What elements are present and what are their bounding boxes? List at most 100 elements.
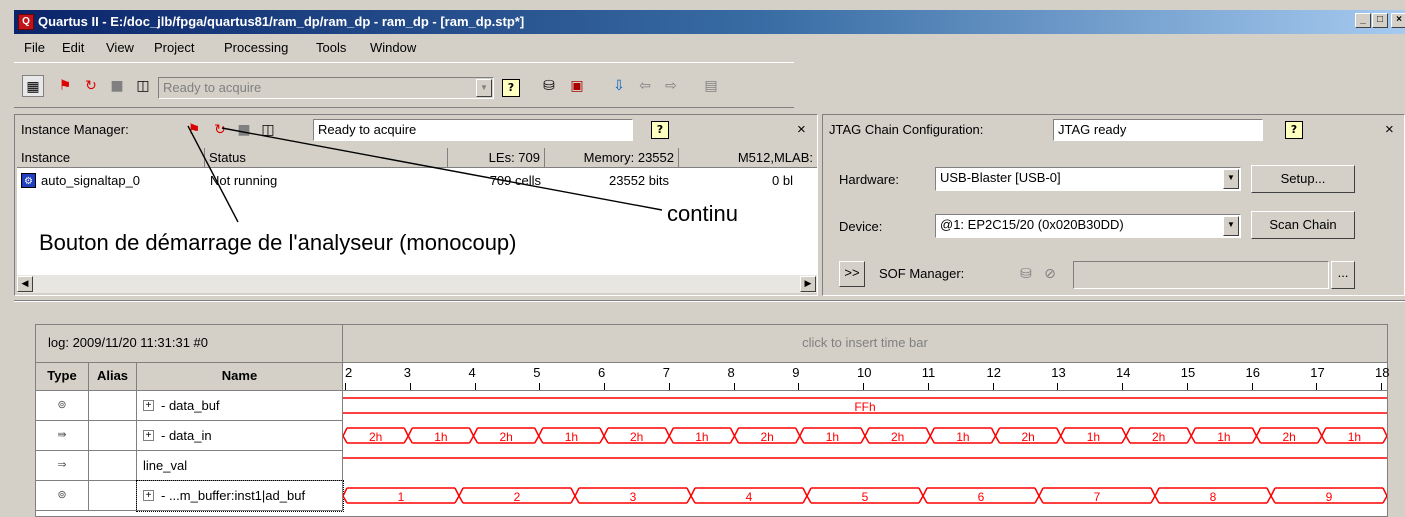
dropdown-arrow-icon[interactable]: ▼ (1223, 216, 1239, 236)
wave-transition (1321, 435, 1327, 444)
signal-name: - data_in (161, 428, 212, 443)
wave-transition (925, 427, 931, 437)
expand-icon[interactable]: + (143, 490, 154, 501)
expand-sof-button[interactable]: >> (839, 261, 865, 287)
dropdown-arrow-icon[interactable]: ▼ (1223, 169, 1239, 189)
browse-button[interactable]: ... (1331, 261, 1355, 289)
wave-transition (1125, 435, 1131, 444)
time-bar-area[interactable]: click to insert time bar (343, 325, 1387, 363)
wave-transition (925, 435, 931, 444)
tick-label: 7 (662, 365, 670, 380)
wave-value-label: 1h (826, 430, 839, 444)
wave-transition (686, 487, 692, 497)
program-device-icon[interactable]: ⛁ (1015, 263, 1037, 285)
wave-value-label: 1h (956, 430, 969, 444)
signal-name-cell[interactable]: line_val (137, 451, 343, 481)
setup-button[interactable]: Setup... (1251, 165, 1355, 193)
close-icon[interactable]: × (1385, 121, 1394, 138)
signal-name: line_val (143, 458, 188, 473)
wave-value-label: 1h (1217, 430, 1230, 444)
wave-transition (806, 495, 812, 504)
wave-transition (599, 427, 605, 437)
wave-transition (795, 427, 801, 437)
wave-transition (864, 427, 870, 437)
wave-value-label: 1h (434, 430, 447, 444)
wave-transition (472, 427, 479, 437)
signal-alias-cell[interactable] (89, 421, 137, 451)
col-alias[interactable]: Alias (89, 363, 137, 391)
wave-value-label: 1 (398, 490, 405, 504)
wave-transition (1038, 495, 1044, 504)
scan-chain-button[interactable]: Scan Chain (1251, 211, 1355, 239)
signal-name-cell[interactable]: + - ...m_buffer:inst1|ad_buf (136, 480, 344, 512)
wave-transition (1317, 435, 1323, 444)
wave-transition (799, 427, 805, 437)
wave-transition (574, 487, 580, 497)
wave-transition (802, 487, 808, 497)
wave-value-label: 2h (1021, 430, 1034, 444)
wave-transition (458, 495, 464, 504)
wave-transition (918, 495, 924, 504)
attach-icon[interactable]: ⊘ (1039, 263, 1061, 285)
waveform-panel: log: 2009/11/20 11:31:31 #0 click to ins… (35, 324, 1390, 517)
wave-transition (1125, 427, 1131, 437)
wave-transition (1251, 427, 1258, 437)
tick-label: 8 (727, 365, 735, 380)
expand-icon[interactable]: + (143, 400, 154, 411)
hardware-select[interactable]: USB-Blaster [USB-0] ▼ (935, 167, 1241, 191)
sof-file-field[interactable] (1073, 261, 1329, 289)
wave-transition (1056, 427, 1062, 437)
wave-transition (1060, 427, 1066, 437)
tick-label: 6 (598, 365, 606, 380)
hardware-label: Hardware: (839, 172, 899, 187)
wave-value-label: 5 (862, 490, 869, 504)
device-select[interactable]: @1: EP2C15/20 (0x020B30DD) ▼ (935, 214, 1241, 238)
wave-transition (1121, 427, 1127, 437)
wave-transition (1251, 435, 1258, 444)
jtag-status-field: JTAG ready (1053, 119, 1263, 141)
tick-label: 17 (1310, 365, 1325, 380)
waveform-display[interactable]: FFh 2h 1h 2h 1h 2h 1h 2h 1h 2h 1h 2h 1h 2h 1h 2h 1h 1 2 3 4 5… (343, 391, 1387, 515)
wave-value-label: 1h (565, 430, 578, 444)
wave-transition (599, 435, 605, 444)
wave-transition (1190, 435, 1196, 444)
wave-transition (664, 427, 670, 437)
wave-value-label: FFh (854, 400, 875, 414)
wave-transition (729, 427, 736, 437)
wave-transition (922, 495, 928, 504)
signal-alias-cell[interactable] (89, 451, 137, 481)
wave-transition (343, 495, 348, 504)
bus-icon: ⊚ (57, 489, 67, 501)
wave-transition (1121, 435, 1127, 444)
signal-type-cell: ⊚ (36, 481, 89, 511)
wave-transition (538, 427, 544, 437)
signal-alias-cell[interactable] (89, 481, 137, 511)
wave-transition (1060, 435, 1066, 444)
wave-transition (799, 435, 805, 444)
help-icon[interactable]: ? (1285, 121, 1303, 139)
wave-transition (1382, 427, 1387, 437)
wave-transition (1150, 487, 1156, 497)
tick-label: 5 (533, 365, 541, 380)
signal-type-cell: ⊚ (36, 391, 89, 421)
signal-alias-cell[interactable] (89, 391, 137, 421)
signal-name-cell[interactable]: + - data_in (137, 421, 343, 451)
wave-transition (407, 427, 413, 437)
wave-transition (729, 435, 736, 444)
tick-mark (1122, 383, 1123, 390)
wave-transition (994, 427, 1001, 437)
tick-label: 16 (1245, 365, 1260, 380)
wave-value-label: 2h (369, 430, 382, 444)
wave-transition (343, 435, 348, 444)
col-name[interactable]: Name (137, 363, 343, 391)
tick-mark (798, 383, 800, 390)
wave-value-label: 8 (1210, 490, 1217, 504)
expand-icon[interactable]: + (143, 430, 154, 441)
wave-transition (1056, 435, 1062, 444)
tick-label: 10 (857, 365, 872, 380)
tick-label: 18 (1375, 365, 1390, 380)
col-type[interactable]: Type (36, 363, 89, 391)
tick-label: 15 (1180, 365, 1196, 380)
signal-name-cell[interactable]: + - data_buf (137, 391, 343, 421)
signal-name: - data_buf (161, 398, 220, 413)
